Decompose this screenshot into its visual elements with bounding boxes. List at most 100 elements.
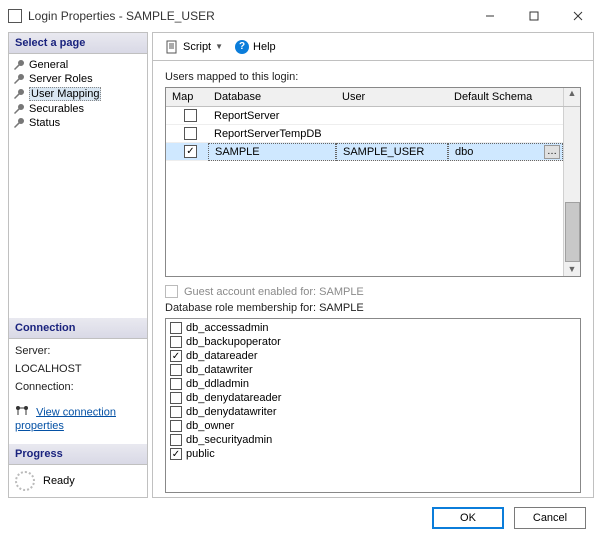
col-map[interactable]: Map bbox=[166, 91, 208, 103]
sidebar-item-label: Securables bbox=[29, 103, 84, 115]
role-item[interactable]: db_denydatareader bbox=[170, 391, 576, 405]
minimize-button[interactable] bbox=[468, 2, 512, 30]
role-label: db_datareader bbox=[186, 349, 258, 363]
users-mapped-caption: Users mapped to this login: bbox=[165, 71, 581, 83]
role-membership-list[interactable]: db_accessadmindb_backupoperatordb_datare… bbox=[165, 318, 581, 493]
col-user[interactable]: User bbox=[336, 91, 448, 103]
grid-row[interactable]: SAMPLESAMPLE_USERdbo… bbox=[166, 143, 580, 161]
dialog-footer: OK Cancel bbox=[2, 498, 600, 537]
role-checkbox[interactable] bbox=[170, 364, 182, 376]
role-label: db_ddladmin bbox=[186, 377, 249, 391]
schema-browse-button[interactable]: … bbox=[544, 145, 560, 159]
map-checkbox[interactable] bbox=[184, 109, 197, 122]
wrench-icon bbox=[13, 73, 25, 85]
wrench-icon bbox=[13, 59, 25, 71]
close-button[interactable] bbox=[556, 2, 600, 30]
sidebar-item-status[interactable]: Status bbox=[11, 116, 145, 130]
cell-schema[interactable]: dbo… bbox=[448, 143, 563, 161]
role-item[interactable]: db_accessadmin bbox=[170, 321, 576, 335]
titlebar: Login Properties - SAMPLE_USER bbox=[2, 2, 600, 30]
col-database[interactable]: Database bbox=[208, 91, 336, 103]
app-icon bbox=[8, 9, 22, 23]
left-pane: Select a page General Server Roles User Ma… bbox=[8, 32, 148, 498]
chevron-down-icon: ▼ bbox=[215, 42, 223, 51]
wrench-icon bbox=[13, 88, 25, 100]
progress-status: Ready bbox=[43, 475, 75, 487]
sidebar-item-general[interactable]: General bbox=[11, 58, 145, 72]
role-checkbox[interactable] bbox=[170, 322, 182, 334]
script-button[interactable]: Script ▼ bbox=[161, 38, 227, 56]
map-checkbox[interactable] bbox=[184, 145, 197, 158]
wrench-icon bbox=[13, 103, 25, 115]
connection-properties-icon bbox=[15, 405, 29, 420]
cell-user[interactable]: SAMPLE_USER bbox=[336, 143, 448, 161]
role-checkbox[interactable] bbox=[170, 350, 182, 362]
role-item[interactable]: db_backupoperator bbox=[170, 335, 576, 349]
sidebar-item-securables[interactable]: Securables bbox=[11, 102, 145, 116]
role-label: db_owner bbox=[186, 419, 234, 433]
toolbar: Script ▼ ? Help bbox=[153, 33, 593, 61]
role-item[interactable]: db_datareader bbox=[170, 349, 576, 363]
scrollbar-thumb[interactable] bbox=[565, 202, 580, 262]
cell-database[interactable]: SAMPLE bbox=[208, 143, 336, 161]
role-item[interactable]: db_securityadmin bbox=[170, 433, 576, 447]
help-label: Help bbox=[253, 41, 276, 53]
role-label: public bbox=[186, 447, 215, 461]
map-checkbox[interactable] bbox=[184, 127, 197, 140]
script-label: Script bbox=[183, 41, 211, 53]
user-mapping-grid[interactable]: Map Database User Default Schema ▲ Repor… bbox=[165, 87, 581, 277]
page-nav: General Server Roles User Mapping Securable… bbox=[9, 54, 147, 134]
role-item[interactable]: db_datawriter bbox=[170, 363, 576, 377]
sidebar-item-label: User Mapping bbox=[29, 87, 101, 101]
right-pane: Script ▼ ? Help Users mapped to this log… bbox=[152, 32, 594, 498]
role-label: db_securityadmin bbox=[186, 433, 272, 447]
role-checkbox[interactable] bbox=[170, 434, 182, 446]
role-label: db_datawriter bbox=[186, 363, 253, 377]
roles-caption: Database role membership for: SAMPLE bbox=[165, 302, 581, 314]
window-title: Login Properties - SAMPLE_USER bbox=[28, 9, 215, 23]
role-checkbox[interactable] bbox=[170, 406, 182, 418]
sidebar-item-label: Status bbox=[29, 117, 60, 129]
sidebar-item-user-mapping[interactable]: User Mapping bbox=[11, 86, 145, 102]
guest-account-label: Guest account enabled for: SAMPLE bbox=[184, 286, 364, 298]
role-checkbox[interactable] bbox=[170, 392, 182, 404]
server-label: Server: bbox=[15, 345, 141, 357]
role-item[interactable]: db_owner bbox=[170, 419, 576, 433]
cell-database[interactable]: ReportServer bbox=[208, 110, 336, 122]
grid-row[interactable]: ReportServerTempDB bbox=[166, 125, 580, 143]
role-item[interactable]: db_ddladmin bbox=[170, 377, 576, 391]
help-icon: ? bbox=[235, 40, 249, 54]
role-item[interactable]: db_denydatawriter bbox=[170, 405, 576, 419]
sidebar-item-label: Server Roles bbox=[29, 73, 93, 85]
role-label: db_accessadmin bbox=[186, 321, 269, 335]
role-checkbox[interactable] bbox=[170, 448, 182, 460]
role-checkbox[interactable] bbox=[170, 336, 182, 348]
col-default-schema[interactable]: Default Schema bbox=[448, 91, 563, 103]
sidebar-item-label: General bbox=[29, 59, 68, 71]
progress-header: Progress bbox=[9, 444, 147, 465]
sidebar-item-server-roles[interactable]: Server Roles bbox=[11, 72, 145, 86]
role-checkbox[interactable] bbox=[170, 420, 182, 432]
server-value: LOCALHOST bbox=[15, 363, 141, 375]
grid-row[interactable]: ReportServer bbox=[166, 107, 580, 125]
ok-button[interactable]: OK bbox=[432, 507, 504, 529]
select-page-header: Select a page bbox=[9, 33, 147, 54]
connection-header: Connection bbox=[9, 318, 147, 339]
scrollbar-down-arrow[interactable]: ▼ bbox=[568, 262, 577, 276]
cell-database[interactable]: ReportServerTempDB bbox=[208, 128, 336, 140]
help-button[interactable]: ? Help bbox=[231, 38, 280, 56]
script-icon bbox=[165, 40, 179, 54]
maximize-button[interactable] bbox=[512, 2, 556, 30]
role-item[interactable]: public bbox=[170, 447, 576, 461]
guest-account-checkbox bbox=[165, 285, 178, 298]
grid-scrollbar[interactable]: ▼ bbox=[563, 107, 580, 276]
grid-header: Map Database User Default Schema ▲ bbox=[166, 88, 580, 107]
progress-spinner-icon bbox=[15, 471, 35, 491]
view-connection-properties-link[interactable]: View connection properties bbox=[15, 406, 116, 432]
connection-label: Connection: bbox=[15, 381, 141, 393]
role-checkbox[interactable] bbox=[170, 378, 182, 390]
role-label: db_denydatareader bbox=[186, 391, 281, 405]
wrench-icon bbox=[13, 117, 25, 129]
cancel-button[interactable]: Cancel bbox=[514, 507, 586, 529]
scrollbar-up-arrow[interactable]: ▲ bbox=[563, 88, 580, 106]
